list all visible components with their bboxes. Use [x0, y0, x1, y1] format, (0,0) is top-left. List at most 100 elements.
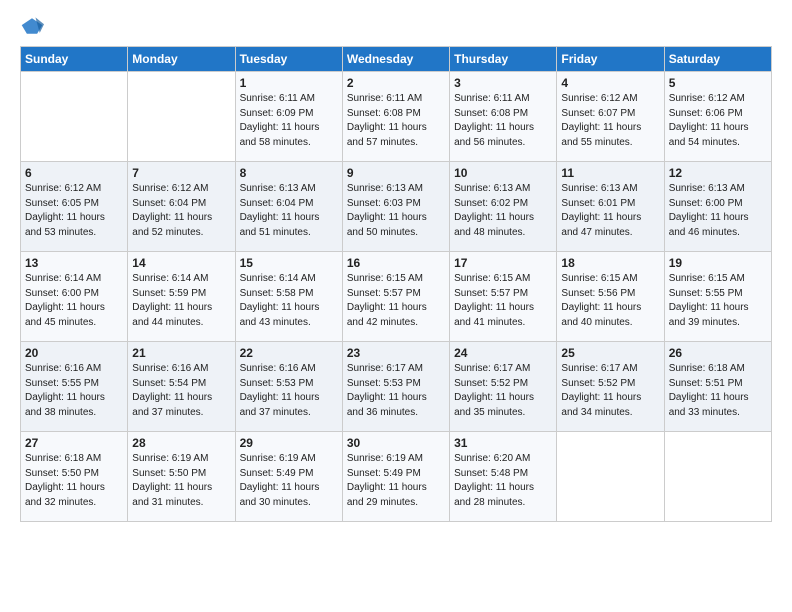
day-info: Sunrise: 6:13 AMSunset: 6:00 PMDaylight:… — [669, 182, 767, 240]
day-cell: 5 Sunrise: 6:12 AMSunset: 6:06 PMDaylight… — [664, 72, 771, 162]
day-number: 1 — [240, 76, 338, 90]
day-number: 27 — [25, 436, 123, 450]
day-info: Sunrise: 6:11 AMSunset: 6:09 PMDaylight:… — [240, 92, 338, 150]
day-info: Sunrise: 6:19 AMSunset: 5:49 PMDaylight:… — [347, 452, 445, 510]
day-info: Sunrise: 6:17 AMSunset: 5:53 PMDaylight:… — [347, 362, 445, 420]
day-info: Sunrise: 6:12 AMSunset: 6:04 PMDaylight:… — [132, 182, 230, 240]
day-info: Sunrise: 6:12 AMSunset: 6:05 PMDaylight:… — [25, 182, 123, 240]
day-number: 22 — [240, 346, 338, 360]
day-cell: 6Sunrise: 6:12 AMSunset: 6:05 PMDaylight… — [21, 162, 128, 252]
day-cell: 14 Sunrise: 6:14 AMSunset: 5:59 PMDayligh… — [128, 252, 235, 342]
day-cell: 21Sunrise: 6:16 AMSunset: 5:54 PMDayligh… — [128, 342, 235, 432]
day-number: 16 — [347, 256, 445, 270]
day-info: Sunrise: 6:14 AMSunset: 6:00 PMDaylight:… — [25, 272, 123, 330]
day-number: 24 — [454, 346, 552, 360]
day-info: Sunrise: 6:15 AMSunset: 5:56 PMDaylight:… — [561, 272, 659, 330]
day-info: Sunrise: 6:18 AMSunset: 5:51 PMDaylight:… — [669, 362, 767, 420]
day-info: Sunrise: 6:14 AMSunset: 5:58 PMDaylight:… — [240, 272, 338, 330]
day-cell — [21, 72, 128, 162]
day-number: 30 — [347, 436, 445, 450]
day-info: Sunrise: 6:14 AMSunset: 5:59 PMDaylight:… — [132, 272, 230, 330]
day-number: 21 — [132, 346, 230, 360]
weekday-header-wednesday: Wednesday — [342, 47, 449, 72]
day-number: 19 — [669, 256, 767, 270]
day-number: 5 — [669, 76, 767, 90]
day-info: Sunrise: 6:15 AMSunset: 5:55 PMDaylight:… — [669, 272, 767, 330]
page: SundayMondayTuesdayWednesdayThursdayFrid… — [0, 0, 792, 612]
day-number: 29 — [240, 436, 338, 450]
day-cell: 28Sunrise: 6:19 AMSunset: 5:50 PMDayligh… — [128, 432, 235, 522]
day-number: 10 — [454, 166, 552, 180]
week-row-4: 20 Sunrise: 6:16 AMSunset: 5:55 PMDayligh… — [21, 342, 772, 432]
day-number: 9 — [347, 166, 445, 180]
day-number: 2 — [347, 76, 445, 90]
day-cell: 30 Sunrise: 6:19 AMSunset: 5:49 PMDayligh… — [342, 432, 449, 522]
day-cell: 20 Sunrise: 6:16 AMSunset: 5:55 PMDayligh… — [21, 342, 128, 432]
weekday-header-saturday: Saturday — [664, 47, 771, 72]
day-number: 20 — [25, 346, 123, 360]
day-cell: 16Sunrise: 6:15 AMSunset: 5:57 PMDayligh… — [342, 252, 449, 342]
day-cell: 3 Sunrise: 6:11 AMSunset: 6:08 PMDaylight… — [450, 72, 557, 162]
day-number: 11 — [561, 166, 659, 180]
logo — [20, 16, 48, 36]
day-cell: 25 Sunrise: 6:17 AMSunset: 5:52 PMDayligh… — [557, 342, 664, 432]
logo-icon — [20, 16, 44, 36]
day-info: Sunrise: 6:15 AMSunset: 5:57 PMDaylight:… — [454, 272, 552, 330]
day-info: Sunrise: 6:11 AMSunset: 6:08 PMDaylight:… — [454, 92, 552, 150]
day-cell: 17 Sunrise: 6:15 AMSunset: 5:57 PMDayligh… — [450, 252, 557, 342]
day-cell: 12 Sunrise: 6:13 AMSunset: 6:00 PMDayligh… — [664, 162, 771, 252]
day-info: Sunrise: 6:13 AMSunset: 6:03 PMDaylight:… — [347, 182, 445, 240]
day-info: Sunrise: 6:17 AMSunset: 5:52 PMDaylight:… — [561, 362, 659, 420]
calendar-table: SundayMondayTuesdayWednesdayThursdayFrid… — [20, 46, 772, 522]
day-info: Sunrise: 6:11 AMSunset: 6:08 PMDaylight:… — [347, 92, 445, 150]
day-info: Sunrise: 6:12 AMSunset: 6:07 PMDaylight:… — [561, 92, 659, 150]
week-row-5: 27 Sunrise: 6:18 AMSunset: 5:50 PMDayligh… — [21, 432, 772, 522]
day-info: Sunrise: 6:20 AMSunset: 5:48 PMDaylight:… — [454, 452, 552, 510]
weekday-header-monday: Monday — [128, 47, 235, 72]
day-number: 31 — [454, 436, 552, 450]
day-number: 28 — [132, 436, 230, 450]
day-number: 17 — [454, 256, 552, 270]
day-info: Sunrise: 6:18 AMSunset: 5:50 PMDaylight:… — [25, 452, 123, 510]
day-cell: 19 Sunrise: 6:15 AMSunset: 5:55 PMDayligh… — [664, 252, 771, 342]
day-number: 13 — [25, 256, 123, 270]
day-number: 8 — [240, 166, 338, 180]
day-number: 12 — [669, 166, 767, 180]
day-number: 14 — [132, 256, 230, 270]
day-number: 4 — [561, 76, 659, 90]
day-cell: 4 Sunrise: 6:12 AMSunset: 6:07 PMDaylight… — [557, 72, 664, 162]
day-info: Sunrise: 6:12 AMSunset: 6:06 PMDaylight:… — [669, 92, 767, 150]
week-row-3: 13 Sunrise: 6:14 AMSunset: 6:00 PMDayligh… — [21, 252, 772, 342]
day-cell: 22Sunrise: 6:16 AMSunset: 5:53 PMDayligh… — [235, 342, 342, 432]
day-info: Sunrise: 6:16 AMSunset: 5:55 PMDaylight:… — [25, 362, 123, 420]
day-cell — [557, 432, 664, 522]
day-info: Sunrise: 6:13 AMSunset: 6:04 PMDaylight:… — [240, 182, 338, 240]
day-cell: 13 Sunrise: 6:14 AMSunset: 6:00 PMDayligh… — [21, 252, 128, 342]
day-cell: 29Sunrise: 6:19 AMSunset: 5:49 PMDayligh… — [235, 432, 342, 522]
day-cell: 11 Sunrise: 6:13 AMSunset: 6:01 PMDayligh… — [557, 162, 664, 252]
day-info: Sunrise: 6:17 AMSunset: 5:52 PMDaylight:… — [454, 362, 552, 420]
day-cell: 15Sunrise: 6:14 AMSunset: 5:58 PMDayligh… — [235, 252, 342, 342]
day-cell: 26 Sunrise: 6:18 AMSunset: 5:51 PMDayligh… — [664, 342, 771, 432]
day-cell: 7 Sunrise: 6:12 AMSunset: 6:04 PMDaylight… — [128, 162, 235, 252]
day-cell: 24 Sunrise: 6:17 AMSunset: 5:52 PMDayligh… — [450, 342, 557, 432]
day-cell: 9 Sunrise: 6:13 AMSunset: 6:03 PMDaylight… — [342, 162, 449, 252]
weekday-header-thursday: Thursday — [450, 47, 557, 72]
weekday-header-tuesday: Tuesday — [235, 47, 342, 72]
day-cell: 27 Sunrise: 6:18 AMSunset: 5:50 PMDayligh… — [21, 432, 128, 522]
day-cell — [664, 432, 771, 522]
day-number: 18 — [561, 256, 659, 270]
week-row-1: 1 Sunrise: 6:11 AMSunset: 6:09 PMDaylight… — [21, 72, 772, 162]
day-cell: 18 Sunrise: 6:15 AMSunset: 5:56 PMDayligh… — [557, 252, 664, 342]
day-number: 25 — [561, 346, 659, 360]
day-cell: 8 Sunrise: 6:13 AMSunset: 6:04 PMDaylight… — [235, 162, 342, 252]
day-cell — [128, 72, 235, 162]
day-cell: 1 Sunrise: 6:11 AMSunset: 6:09 PMDaylight… — [235, 72, 342, 162]
day-number: 7 — [132, 166, 230, 180]
day-info: Sunrise: 6:13 AMSunset: 6:01 PMDaylight:… — [561, 182, 659, 240]
day-number: 26 — [669, 346, 767, 360]
day-info: Sunrise: 6:13 AMSunset: 6:02 PMDaylight:… — [454, 182, 552, 240]
day-cell: 2 Sunrise: 6:11 AMSunset: 6:08 PMDaylight… — [342, 72, 449, 162]
day-number: 3 — [454, 76, 552, 90]
day-cell: 23Sunrise: 6:17 AMSunset: 5:53 PMDayligh… — [342, 342, 449, 432]
